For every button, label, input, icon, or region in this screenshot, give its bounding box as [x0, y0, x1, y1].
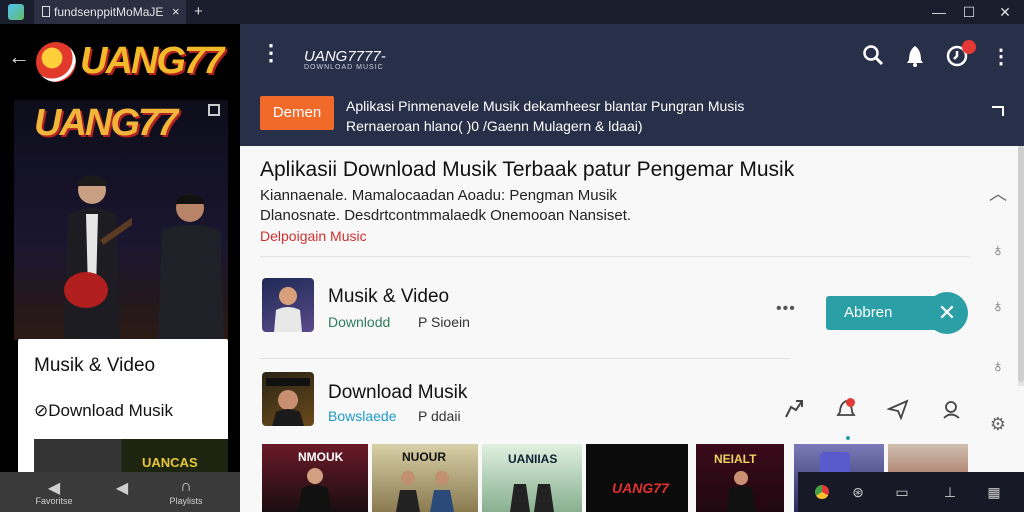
album-thumbnail[interactable]: NEIALT [696, 444, 784, 512]
maximize-button[interactable]: ☐ [954, 0, 984, 24]
item-thumbnail[interactable] [262, 278, 314, 332]
speaker-icon: ◀ [47, 480, 61, 497]
item-size: P ddaii [418, 408, 461, 424]
profile-icon[interactable] [938, 398, 966, 426]
divider [260, 256, 970, 257]
item-download-link[interactable]: Downlodd [328, 314, 390, 330]
settings-icon[interactable]: ⚙ [988, 414, 1008, 435]
send-icon[interactable] [884, 398, 912, 426]
taskbar: ⊛ ▭ ⊥ ▦ [798, 472, 1024, 512]
gamepad-icon[interactable]: ⊛ [848, 482, 868, 502]
left-bottom-bar: ◀ Favoritse ◀ ∩ Playlists [0, 472, 240, 512]
notification-badge [962, 40, 976, 54]
browser-icon[interactable] [812, 482, 832, 502]
card-icon[interactable]: ▭ [892, 482, 912, 502]
banner-text: Aplikasi Pinmenavele Musik dekamheesr bl… [346, 98, 745, 134]
more-options-icon[interactable]: ••• [776, 300, 796, 318]
guitarist-figure [64, 175, 132, 340]
promo-poster[interactable]: UANG77 [14, 100, 228, 340]
item-title[interactable]: Musik & Video [328, 286, 449, 308]
playlists-button[interactable]: ∩ Playlists [156, 478, 216, 506]
pin-icon[interactable]: ♁ [988, 356, 1008, 377]
indicator-dot [846, 436, 850, 440]
tab-close-icon[interactable]: × [172, 0, 180, 24]
headphones-icon: ∩ [180, 478, 192, 495]
app-header: ⋮ UANG7777- DOWNLOAD MUSIC ⋮ Demen Aplik… [240, 24, 1024, 146]
chevron-up-icon[interactable]: ︿ [988, 180, 1008, 206]
menu-dots-icon[interactable]: ⋮ [260, 42, 282, 64]
expand-icon[interactable] [208, 104, 220, 116]
description: Kiannaenale. Mamalocaadan Aoadu: Pengman… [260, 187, 632, 224]
album-thumbnail[interactable]: NUOUR [372, 444, 478, 512]
item-title[interactable]: Download Musik [328, 382, 467, 404]
item-download-link[interactable]: Bowslaede [328, 408, 397, 424]
tab-title: fundsenppitMoMaJE [54, 5, 164, 19]
app-icon [8, 4, 24, 20]
poster-title: UANG77 [34, 102, 178, 144]
thumbnail-text: UANCAS [142, 455, 198, 470]
more-vert-icon[interactable]: ⋮ [988, 44, 1014, 70]
divider [260, 358, 790, 359]
search-icon[interactable] [860, 44, 886, 70]
pin-icon[interactable]: ♁ [988, 296, 1008, 317]
item-size: P Sioein [418, 314, 470, 330]
card-title: Musik & Video [34, 355, 156, 376]
share-icon[interactable] [780, 398, 808, 426]
minimize-button[interactable]: — [924, 0, 954, 24]
audio-button[interactable]: ◀ [92, 478, 152, 497]
document-icon [42, 6, 50, 17]
notification-badge [846, 398, 855, 407]
grid-icon[interactable]: ▦ [984, 482, 1004, 502]
album-thumbnail[interactable]: UANIIAS [482, 444, 582, 512]
speaker-icon: ◀ [115, 480, 129, 497]
uang77-logo: UANG77 [36, 36, 236, 98]
download-musik-link[interactable]: ⊘Download Musik [34, 401, 173, 421]
item-thumbnail[interactable] [262, 372, 314, 426]
favorites-button[interactable]: ◀ Favoritse [24, 478, 84, 506]
page-title: Aplikasii Download Musik Terbaak patur P… [260, 158, 795, 181]
album-thumbnail[interactable]: UANG77 [586, 444, 688, 512]
left-media-card[interactable]: Musik & Video ⊘Download Musik UANCAS [18, 339, 228, 489]
album-thumbnail[interactable]: NMOUK [262, 444, 368, 512]
back-arrow-icon[interactable]: ← [8, 44, 30, 70]
pin-icon[interactable]: ♁ [988, 240, 1008, 261]
collapse-icon[interactable] [992, 106, 1004, 116]
main-content: Aplikasii Download Musik Terbaak patur P… [240, 146, 1024, 512]
download-music-link[interactable]: Delpoigain Music [260, 228, 367, 244]
close-window-button[interactable]: ✕ [990, 0, 1020, 24]
left-panel: ← UANG77 UANG77 Musik & Video ⊘Download … [0, 24, 240, 512]
scrollbar[interactable] [1018, 146, 1024, 386]
close-icon[interactable]: ✕ [926, 292, 968, 334]
new-tab-icon[interactable]: + [194, 0, 203, 24]
singer-figure [158, 194, 224, 340]
browser-tab[interactable]: fundsenppitMoMaJE × [34, 0, 186, 24]
bell-icon[interactable] [902, 44, 928, 70]
action-button[interactable]: Abbren [826, 296, 942, 330]
pin-icon[interactable]: ⊥ [940, 482, 960, 502]
demo-button[interactable]: Demen [260, 96, 334, 130]
brand-subtitle: DOWNLOAD MUSIC [304, 64, 384, 71]
brand-name: UANG7777- DOWNLOAD MUSIC [304, 48, 386, 71]
